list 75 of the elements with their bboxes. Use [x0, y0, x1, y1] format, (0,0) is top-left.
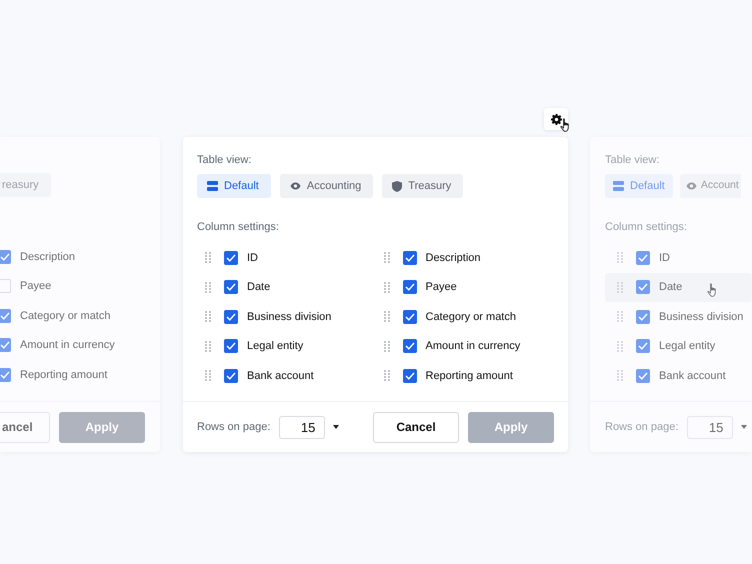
- column-label: Bank account: [659, 368, 726, 384]
- drag-handle-icon[interactable]: [384, 282, 390, 293]
- column-label: Business division: [247, 310, 332, 324]
- column-label: ID: [247, 250, 258, 266]
- rows-label: Rows on page:: [197, 420, 270, 435]
- column-label: Date: [659, 280, 682, 295]
- drag-handle-icon[interactable]: [205, 252, 211, 264]
- drag-handle-icon[interactable]: [384, 311, 390, 322]
- column-label: Category or match: [20, 308, 110, 324]
- column-label: Category or match: [426, 310, 516, 324]
- gear-icon: [550, 114, 562, 124]
- view-tab[interactable]: Accounting: [280, 174, 374, 198]
- column-label: Amount in currency: [426, 339, 520, 354]
- column-label: Payee: [20, 279, 52, 294]
- drag-handle-icon[interactable]: [205, 370, 211, 382]
- drag-handle-icon[interactable]: [617, 252, 623, 264]
- drag-handle-icon[interactable]: [384, 340, 390, 352]
- view-tab[interactable]: Default: [197, 174, 271, 198]
- checkbox[interactable]: [0, 338, 11, 352]
- checkbox[interactable]: [402, 250, 416, 265]
- checkbox[interactable]: [402, 368, 416, 383]
- cancel-button[interactable]: Cancel: [373, 412, 459, 442]
- column-label: Legal entity: [659, 339, 716, 354]
- drag-handle-icon[interactable]: [205, 340, 211, 352]
- checkbox[interactable]: [636, 250, 650, 265]
- rows-input[interactable]: 15: [279, 416, 326, 438]
- drag-handle-icon[interactable]: [384, 252, 390, 264]
- caret-icon[interactable]: [333, 425, 340, 429]
- column-label: Bank account: [247, 368, 314, 384]
- eye-icon: [290, 182, 301, 190]
- column-label: Payee: [426, 280, 457, 295]
- rows-label: Rows on page:: [605, 420, 678, 435]
- column-label: Description: [426, 250, 481, 266]
- bars-icon: [613, 181, 624, 191]
- column-label: Amount in currency: [20, 338, 115, 353]
- bars-icon: [207, 181, 218, 191]
- column-label: Date: [247, 280, 270, 295]
- checkbox[interactable]: [402, 339, 416, 354]
- checkbox[interactable]: [224, 368, 238, 383]
- drag-handle-icon[interactable]: [617, 340, 623, 352]
- checkbox[interactable]: [224, 280, 238, 294]
- settings-button[interactable]: [544, 108, 568, 130]
- drag-handle-icon[interactable]: [384, 370, 390, 382]
- checkbox[interactable]: [636, 368, 650, 383]
- column-label: Business division: [659, 310, 744, 324]
- column-settings-label: Column settings:: [197, 220, 280, 234]
- checkbox[interactable]: [636, 310, 650, 324]
- table-view-label: Table view:: [197, 153, 252, 167]
- eye-icon: [686, 182, 697, 190]
- column-label: Reporting amount: [20, 368, 108, 382]
- drag-handle-icon[interactable]: [617, 282, 623, 293]
- checkbox[interactable]: [224, 250, 238, 265]
- checkbox[interactable]: [402, 310, 416, 324]
- drag-handle-icon[interactable]: [205, 311, 211, 322]
- checkbox[interactable]: [0, 308, 11, 323]
- checkbox[interactable]: [636, 280, 650, 294]
- view-tab[interactable]: Treasury: [382, 174, 464, 198]
- checkbox[interactable]: [224, 339, 238, 354]
- rows-input[interactable]: 15: [687, 416, 734, 438]
- checkbox[interactable]: [224, 310, 238, 324]
- column-label: ID: [659, 250, 670, 266]
- checkbox[interactable]: [0, 368, 11, 382]
- cancel-button[interactable]: ancel: [0, 412, 50, 442]
- column-label: Description: [20, 250, 76, 264]
- table-view-label: Table view:: [605, 153, 660, 167]
- drag-handle-icon[interactable]: [205, 282, 211, 293]
- checkbox[interactable]: [636, 339, 650, 354]
- drag-handle-icon[interactable]: [617, 370, 623, 382]
- column-settings-label: Column settings:: [605, 220, 688, 234]
- checkbox[interactable]: [402, 280, 416, 294]
- shield-icon: [392, 180, 402, 192]
- checkbox[interactable]: [0, 250, 11, 264]
- column-label: Reporting amount: [426, 368, 513, 384]
- drag-handle-icon[interactable]: [617, 311, 623, 322]
- column-label: Legal entity: [247, 339, 304, 354]
